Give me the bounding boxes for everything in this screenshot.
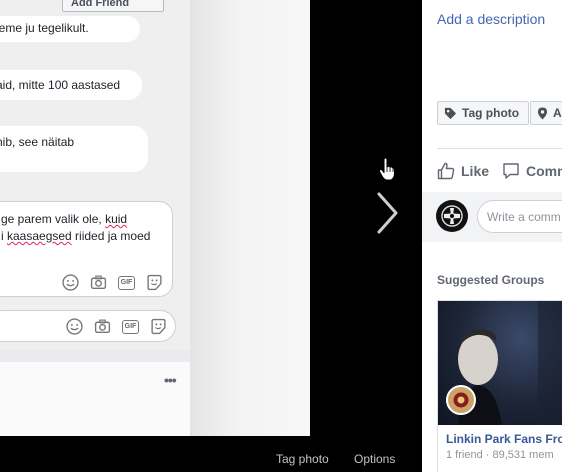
- comment-compose-box: GIF: [0, 310, 176, 342]
- suggested-group-card[interactable]: Linkin Park Fans Fron 1 friend · 89,531 …: [437, 300, 562, 472]
- like-button[interactable]: Like: [437, 162, 489, 180]
- tag-photo-button-label: Tag photo: [462, 106, 520, 120]
- theater-tag-photo-link[interactable]: Tag photo: [276, 452, 329, 466]
- chat-message-1: leme ju tegelikult.: [0, 16, 140, 42]
- gif-icon: GIF: [121, 317, 140, 336]
- reply-tools: GIF: [61, 273, 164, 292]
- group-name-link[interactable]: Linkin Park Fans Fron: [446, 432, 562, 446]
- camera-icon: [89, 273, 108, 292]
- sticker-icon: [149, 317, 168, 336]
- smiley-icon: [65, 317, 84, 336]
- cross-emblem-icon: [441, 205, 463, 227]
- photo-image[interactable]: Add Friend leme ju tegelikult. aid, mitt…: [0, 0, 310, 436]
- gif-icon: GIF: [117, 273, 136, 292]
- photo-theater: Add Friend leme ju tegelikult. aid, mitt…: [0, 0, 422, 472]
- group-badge-icon: [453, 392, 469, 408]
- comment-button[interactable]: Comm: [502, 162, 562, 180]
- chat-panel: [0, 0, 190, 350]
- group-badge: [446, 385, 476, 415]
- divider: [437, 148, 562, 149]
- add-location-button[interactable]: A: [530, 101, 562, 125]
- comment-bubble-icon: [503, 163, 519, 179]
- sticker-icon: [145, 273, 164, 292]
- location-pin-icon: [537, 107, 548, 119]
- theater-options-link[interactable]: Options: [354, 452, 395, 466]
- chevron-right-icon[interactable]: [372, 191, 402, 235]
- post-card: [0, 362, 190, 436]
- comment-placeholder: Write a comm: [487, 210, 561, 224]
- photo-background: [190, 0, 310, 436]
- comment-label: Comm: [526, 163, 562, 179]
- like-label: Like: [461, 163, 490, 179]
- add-friend-button: Add Friend: [62, 0, 164, 12]
- compose-tools: GIF: [65, 317, 168, 336]
- post-divider: [0, 350, 190, 362]
- thumbs-up-icon: [437, 162, 455, 180]
- add-description-link[interactable]: Add a description: [437, 11, 545, 27]
- camera-icon: [93, 317, 112, 336]
- suggested-groups-title: Suggested Groups: [437, 273, 545, 287]
- group-meta: 1 friend · 89,531 mem: [446, 449, 554, 461]
- tag-icon: [444, 107, 457, 119]
- hand-cursor-icon: [378, 157, 396, 181]
- comment-input[interactable]: Write a comm: [477, 200, 562, 233]
- photo-sidebar: Add a description Tag photo A Like Comm: [422, 0, 562, 472]
- chat-message-3: nib, see näitab: [0, 126, 148, 172]
- add-friend-label: Add Friend: [71, 0, 130, 9]
- avatar[interactable]: [436, 200, 468, 232]
- smiley-icon: [61, 273, 80, 292]
- reply-text: ge parem valik ole, kuid i kaasaegsed ri…: [1, 212, 151, 243]
- tag-photo-button[interactable]: Tag photo: [437, 101, 529, 125]
- more-options-icon: •••: [164, 372, 177, 388]
- add-location-button-label: A: [553, 106, 562, 120]
- chat-message-2: aid, mitte 100 aastased: [0, 70, 142, 100]
- reply-compose-box: ge parem valik ole, kuid i kaasaegsed ri…: [0, 201, 173, 297]
